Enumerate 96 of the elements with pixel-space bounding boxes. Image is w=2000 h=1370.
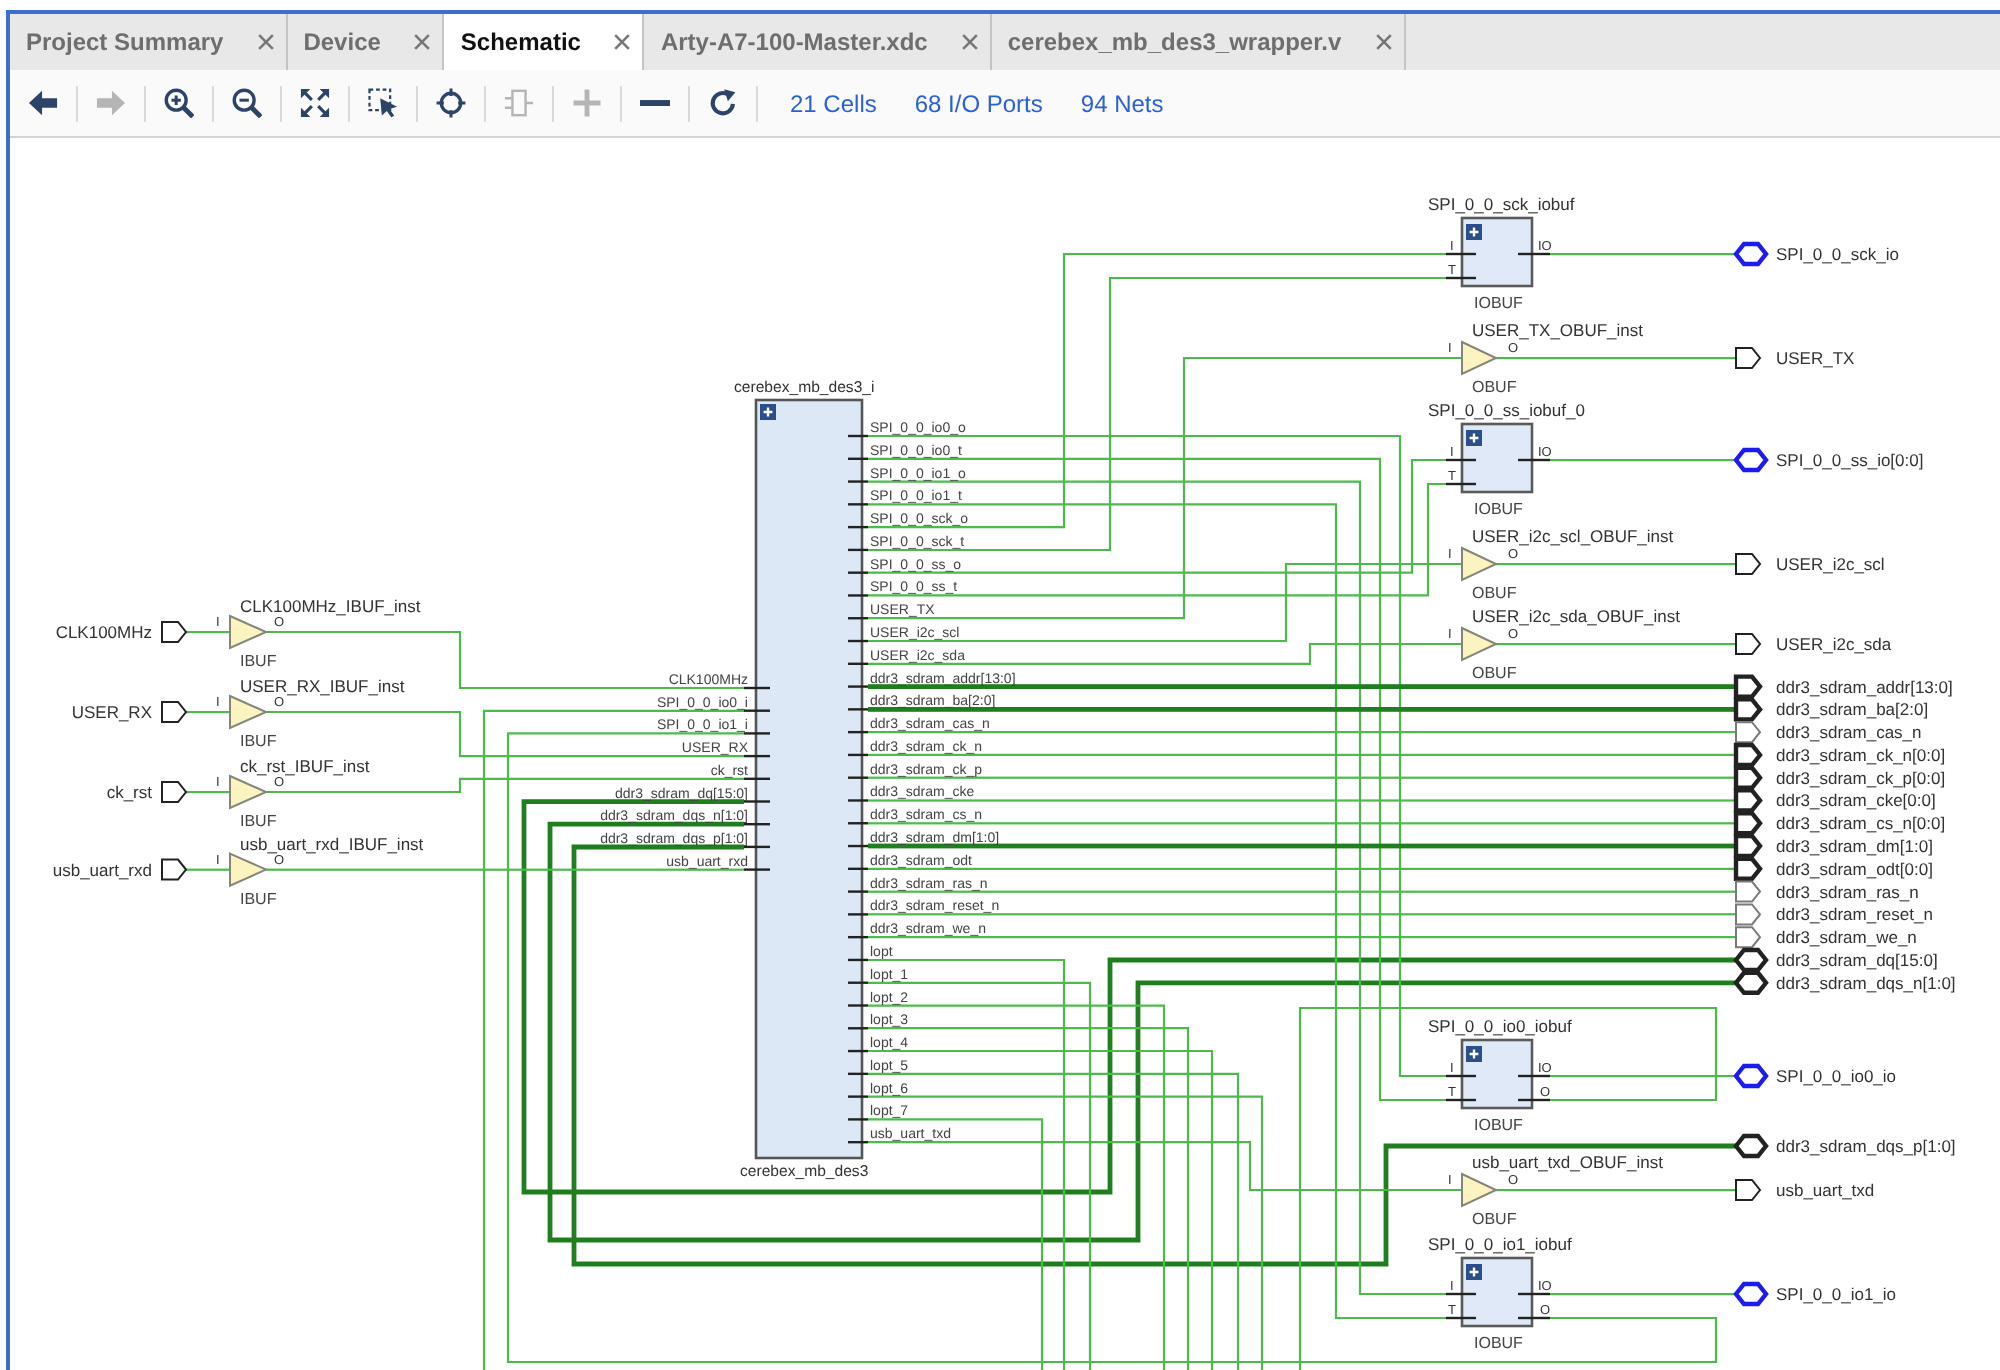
cell-type-label: IBUF — [240, 732, 277, 750]
cell-type-label: OBUF — [1472, 584, 1517, 602]
plus-icon — [1466, 1046, 1482, 1062]
port-label: ddr3_sdram_dq[15:0] — [1776, 949, 1938, 970]
port-label: ck_rst — [106, 782, 152, 802]
port-symbol — [161, 858, 188, 881]
instance-label: USER_i2c_sda_OBUF_inst — [1472, 606, 1680, 626]
port-symbol — [161, 781, 188, 803]
port-label: SPI_0_0_sck_io — [1776, 244, 1899, 264]
net-wire — [186, 791, 230, 794]
buffer-symbol — [1461, 626, 1499, 662]
cell-type-label: IBUF — [240, 812, 277, 830]
port-label: ddr3_sdram_ck_p[0:0] — [1776, 767, 1946, 788]
port-label: USER_i2c_scl — [1776, 554, 1885, 574]
instance-label: usb_uart_txd_OBUF_inst — [1472, 1152, 1663, 1172]
instance-label: ck_rst_IBUF_inst — [240, 756, 370, 776]
buffer-symbol — [229, 614, 269, 650]
port-label: ddr3_sdram_odt[0:0] — [1776, 858, 1933, 879]
instance-label: USER_TX_OBUF_inst — [1472, 320, 1643, 340]
iobuf-cell — [1446, 1256, 1550, 1328]
port-label: ddr3_sdram_ba[2:0] — [1776, 699, 1929, 720]
port-label: ddr3_sdram_ras_n — [1776, 881, 1919, 902]
tab[interactable]: Schematic — [444, 14, 645, 70]
port-label: USER_RX — [71, 702, 152, 722]
cell-type-label: OBUF — [1472, 378, 1517, 396]
cell-type-label: OBUF — [1472, 1210, 1517, 1228]
area-select-icon — [368, 88, 398, 118]
plus-icon — [1466, 1264, 1482, 1280]
count-link[interactable]: 94 Nets — [1080, 89, 1164, 117]
net-wire — [186, 631, 230, 634]
buffer-symbol — [1461, 546, 1499, 582]
cell-type-label: IBUF — [240, 652, 277, 670]
net-wire — [186, 711, 230, 714]
port-label: ddr3_sdram_cs_n[0:0] — [1776, 813, 1946, 834]
right-arrow-icon — [96, 88, 126, 118]
cell-type-label: IOBUF — [1474, 1116, 1523, 1134]
instance-label: CLK100MHz_IBUF_inst — [240, 596, 421, 616]
cell-type-label: IOBUF — [1474, 1334, 1523, 1352]
close-icon[interactable] — [961, 34, 978, 50]
instance-label: SPI_0_0_io1_iobuf — [1428, 1234, 1572, 1254]
expand-arrows-icon — [300, 88, 330, 118]
left-arrow-icon — [28, 88, 58, 118]
buffer-symbol — [229, 774, 269, 810]
cell-type-label: IOBUF — [1474, 294, 1523, 312]
port-label: USER_i2c_sda — [1776, 634, 1892, 654]
instance-label: USER_RX_IBUF_inst — [240, 676, 405, 696]
port-symbol — [161, 701, 188, 723]
refresh-icon — [708, 88, 738, 118]
port-label: usb_uart_txd — [1776, 1180, 1875, 1200]
close-icon[interactable] — [414, 34, 431, 50]
count-link[interactable]: 68 I/O Ports — [914, 89, 1043, 117]
plus-icon — [1466, 430, 1482, 446]
component-icon — [504, 88, 534, 118]
buffer-symbol — [1461, 1172, 1499, 1208]
port-label: ddr3_sdram_dqs_n[1:0] — [1776, 972, 1956, 993]
instance-label: USER_i2c_scl_OBUF_inst — [1472, 526, 1674, 546]
port-label: ddr3_sdram_cke[0:0] — [1776, 790, 1936, 811]
buffer-symbol — [229, 694, 269, 730]
instance-label: SPI_0_0_ss_iobuf_0 — [1428, 400, 1585, 420]
close-icon[interactable] — [614, 34, 631, 50]
buffer-symbol — [229, 852, 269, 888]
instance-label: SPI_0_0_sck_iobuf — [1428, 194, 1575, 214]
iobuf-cell — [1446, 1038, 1550, 1110]
net-wire — [186, 868, 230, 871]
port-label: ddr3_sdram_dm[1:0] — [1776, 836, 1933, 857]
plus-icon — [1466, 224, 1482, 240]
port-label: usb_uart_rxd — [52, 859, 152, 880]
port-label: ddr3_sdram_dqs_p[1:0] — [1776, 1136, 1956, 1156]
crosshair-icon — [436, 88, 466, 118]
iobuf-cell — [1446, 422, 1550, 494]
plus-icon — [572, 88, 602, 118]
iobuf-cell — [1446, 216, 1550, 288]
port-label: SPI_0_0_io1_io — [1776, 1284, 1897, 1304]
count-link[interactable]: 21 Cells — [790, 89, 877, 117]
port-label: ddr3_sdram_cas_n — [1776, 722, 1922, 743]
port-label: ddr3_sdram_ck_n[0:0] — [1776, 744, 1946, 765]
port-label: ddr3_sdram_addr[13:0] — [1776, 676, 1953, 697]
port-label: CLK100MHz — [55, 622, 152, 642]
buffer-symbol — [1461, 340, 1499, 376]
plus-icon — [760, 404, 776, 420]
close-icon[interactable] — [257, 34, 274, 50]
port-label: USER_TX — [1776, 348, 1855, 368]
cell-type-label: IOBUF — [1474, 500, 1523, 518]
instance-label: usb_uart_rxd_IBUF_inst — [240, 833, 424, 854]
port-symbol — [161, 621, 188, 643]
port-label: SPI_0_0_io0_io — [1776, 1066, 1897, 1086]
zoom-out-icon — [232, 88, 262, 118]
port-label: SPI_0_0_ss_io[0:0] — [1776, 450, 1924, 470]
port-label: ddr3_sdram_reset_n — [1776, 904, 1933, 925]
cell-type-label: OBUF — [1472, 664, 1517, 682]
cell-type-label: IBUF — [240, 889, 277, 908]
zoom-in-icon — [164, 88, 194, 118]
port-label: ddr3_sdram_we_n — [1776, 927, 1917, 948]
instance-label: SPI_0_0_io0_iobuf — [1428, 1016, 1572, 1036]
minus-icon — [640, 99, 670, 107]
close-icon[interactable] — [1375, 34, 1392, 50]
